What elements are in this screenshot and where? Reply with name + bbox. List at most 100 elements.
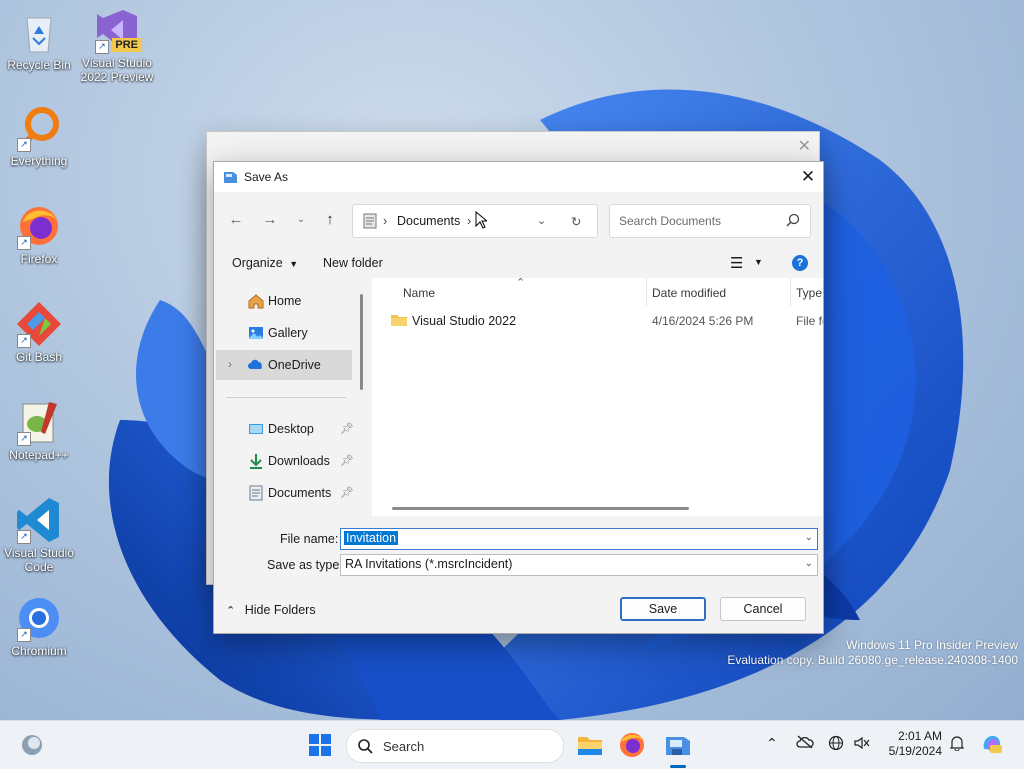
column-header-name[interactable]: Name <box>403 286 435 300</box>
save-as-dialog: Save As ✕ ← → ⌄ ↑ › Documents › ⌄ ↻ Sear… <box>213 161 824 634</box>
column-header-date-modified[interactable]: Date modified <box>652 286 726 300</box>
nav-pane-scrollbar[interactable] <box>360 294 363 390</box>
taskbar-search-box[interactable]: Search <box>346 729 564 763</box>
hide-folders-button[interactable]: ⌃ Hide Folders <box>226 603 316 617</box>
file-name-input[interactable]: Invitation ⌄ <box>340 528 818 550</box>
close-icon[interactable]: ✕ <box>798 136 811 156</box>
save-button[interactable]: Save <box>620 597 706 621</box>
breadcrumb-separator-icon: › <box>383 214 388 228</box>
up-arrow-icon[interactable]: ↑ <box>320 210 340 230</box>
clock[interactable]: 2:01 AM 5/19/2024 <box>884 729 942 759</box>
file-row[interactable]: Visual Studio 2022 4/16/2024 5:26 PM Fil… <box>372 308 823 334</box>
nav-item-home[interactable]: Home <box>216 286 352 316</box>
desktop-icon-git-bash[interactable]: ↗ Git Bash <box>1 300 77 364</box>
column-header-type[interactable]: Type <box>796 286 822 300</box>
save-as-type-value: RA Invitations (*.msrcIncident) <box>345 557 513 571</box>
nav-item-desktop[interactable]: Desktop 📌︎ <box>216 414 354 444</box>
file-name: Visual Studio 2022 <box>412 314 517 328</box>
pin-icon: 📌︎ <box>340 455 354 467</box>
firefox-icon: ↗ <box>15 202 63 250</box>
desktop-icon-notepad-plus-plus[interactable]: ↗ Notepad++ <box>1 398 77 462</box>
show-hidden-icons-chevron-icon[interactable]: ⌃ <box>766 735 778 752</box>
search-box[interactable]: Search Documents <box>609 204 811 238</box>
desktop-folder-icon <box>248 421 264 437</box>
dialog-titlebar: Save As ✕ <box>214 162 823 192</box>
new-folder-button[interactable]: New folder <box>323 256 383 270</box>
nav-item-label: Home <box>268 294 302 308</box>
close-icon[interactable]: ✕ <box>793 162 823 192</box>
firefox-taskbar-icon[interactable] <box>616 729 648 761</box>
desktop-icon-visual-studio-2022-preview[interactable]: PRE ↗ Visual Studio 2022 Preview <box>79 6 155 84</box>
desktop-icon-chromium[interactable]: ↗ Chromium <box>1 594 77 658</box>
nav-item-onedrive[interactable]: › OneDrive <box>216 350 352 380</box>
desktop-icon-label: Firefox <box>20 252 58 266</box>
preview-badge: PRE <box>112 38 141 52</box>
cancel-button[interactable]: Cancel <box>720 597 806 621</box>
nav-divider <box>226 397 346 398</box>
desktop-icon-recycle-bin[interactable]: Recycle Bin <box>1 8 77 72</box>
chevron-up-icon: ⌃ <box>226 605 236 617</box>
clock-time: 2:01 AM <box>897 729 942 743</box>
mouse-cursor-icon <box>475 210 489 232</box>
start-windows-icon[interactable] <box>304 729 336 761</box>
view-dropdown-caret-icon[interactable]: ▼ <box>754 257 763 267</box>
everything-search-icon: ↗ <box>15 104 63 152</box>
nav-item-downloads[interactable]: Downloads 📌︎ <box>216 446 354 476</box>
file-explorer-icon[interactable] <box>574 729 606 761</box>
save-as-type-select[interactable]: RA Invitations (*.msrcIncident) ⌄ <box>340 554 818 576</box>
search-icon <box>786 213 800 230</box>
address-dropdown-chevron-icon[interactable]: ⌄ <box>537 214 546 227</box>
dropdown-caret-icon: ▼ <box>289 259 299 269</box>
desktop-icon-label: Everything <box>10 154 68 168</box>
save-as-taskbar-icon[interactable] <box>662 729 694 761</box>
shortcut-arrow-icon: ↗ <box>17 432 31 446</box>
address-bar[interactable]: › Documents › ⌄ ↻ <box>352 204 598 238</box>
breadcrumb-documents[interactable]: Documents <box>397 214 460 228</box>
organize-button[interactable]: Organize ▼ <box>232 256 298 270</box>
nav-item-label: Gallery <box>268 326 308 340</box>
file-list: ⌃ Name Date modified Type Visual Studio … <box>372 278 823 516</box>
recent-locations-chevron-icon[interactable]: ⌄ <box>291 210 311 230</box>
visual-studio-preview-icon: PRE ↗ <box>93 6 141 54</box>
vscode-icon: ↗ <box>15 496 63 544</box>
nav-item-label: Desktop <box>268 422 314 436</box>
file-name-label: File name: <box>280 532 339 546</box>
back-arrow-icon[interactable]: ← <box>226 210 246 230</box>
desktop-icon-everything[interactable]: ↗ Everything <box>1 104 77 168</box>
nav-item-gallery[interactable]: Gallery <box>216 318 352 348</box>
file-list-horizontal-scrollbar[interactable] <box>392 507 689 510</box>
forward-arrow-icon[interactable]: → <box>260 210 280 230</box>
desktop-icon-visual-studio-code[interactable]: ↗ Visual Studio Code <box>1 496 77 574</box>
notification-bell-icon[interactable] <box>949 735 965 754</box>
refresh-icon[interactable]: ↻ <box>571 214 581 229</box>
network-globe-icon[interactable] <box>828 735 844 754</box>
shortcut-arrow-icon: ↗ <box>17 334 31 348</box>
save-as-type-label: Save as type: <box>267 558 343 572</box>
watermark-line2: Evaluation copy. Build 26080.ge_release.… <box>727 653 1018 667</box>
breadcrumb-separator-icon[interactable]: › <box>467 214 471 228</box>
desktop-icon-label-2: Code <box>24 560 54 574</box>
view-options-icon[interactable]: ☰ <box>730 254 743 272</box>
expand-chevron-icon[interactable]: › <box>228 357 232 371</box>
notepad-plus-plus-icon: ↗ <box>15 398 63 446</box>
search-placeholder: Search Documents <box>619 214 722 228</box>
help-icon[interactable]: ? <box>792 255 808 271</box>
nav-item-label: Documents <box>268 486 332 500</box>
watermark-line1: Windows 11 Pro Insider Preview <box>846 638 1018 652</box>
chevron-down-icon[interactable]: ⌄ <box>805 532 813 543</box>
column-separator[interactable] <box>646 278 647 306</box>
chevron-down-icon[interactable]: ⌄ <box>805 558 813 569</box>
widgets-icon[interactable] <box>16 729 48 761</box>
nav-item-documents[interactable]: Documents 📌︎ <box>216 478 354 508</box>
column-separator[interactable] <box>790 278 791 306</box>
desktop-icon-firefox[interactable]: ↗ Firefox <box>1 202 77 266</box>
copilot-icon[interactable] <box>980 731 1004 758</box>
cloud-offline-icon[interactable] <box>796 735 814 752</box>
taskbar-search-label: Search <box>383 739 425 754</box>
desktop-icon-label: Recycle Bin <box>7 58 71 72</box>
volume-muted-icon[interactable] <box>853 735 871 754</box>
file-date-modified: 4/16/2024 5:26 PM <box>652 314 754 328</box>
chromium-icon: ↗ <box>15 594 63 642</box>
desktop-icon-label: Visual Studio <box>82 56 152 70</box>
file-name-value: Invitation <box>344 531 399 545</box>
